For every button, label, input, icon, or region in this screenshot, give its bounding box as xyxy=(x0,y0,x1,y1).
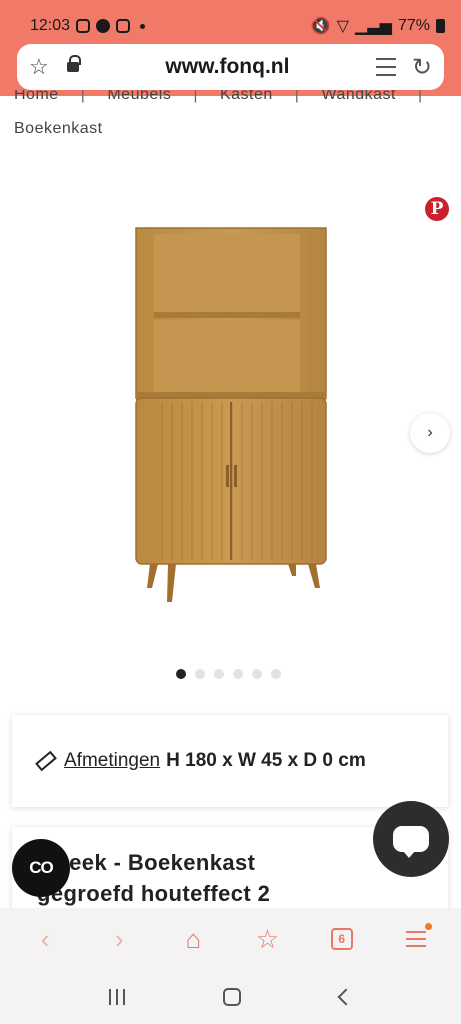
menu-icon xyxy=(405,931,426,947)
wifi-icon: ▽ xyxy=(336,18,350,35)
gallery-icon xyxy=(116,19,131,33)
breadcrumb-separator: | xyxy=(418,90,423,103)
breadcrumb-kasten[interactable]: Kasten xyxy=(220,90,273,104)
home-button[interactable]: ⌂ xyxy=(175,921,211,957)
carousel-dot[interactable] xyxy=(195,669,205,679)
system-back-button[interactable] xyxy=(337,988,355,1006)
battery-level: 77% xyxy=(397,17,430,34)
more-notifications-dot xyxy=(140,23,146,29)
breadcrumb-home[interactable]: Home xyxy=(14,90,59,104)
chevron-left-icon: ‹ xyxy=(40,923,50,954)
recents-button[interactable] xyxy=(109,989,126,1005)
lock-icon[interactable] xyxy=(67,55,81,73)
breadcrumb-wandkast[interactable]: Wandkast xyxy=(321,90,396,104)
app-notification-icon xyxy=(96,19,111,33)
battery-icon xyxy=(436,19,445,33)
status-right: 🔇 ▽ ▁▃▅ 77% xyxy=(311,16,445,36)
product-title-line2: gegroefd houteffect 2 xyxy=(37,881,271,906)
status-left: 12:03 xyxy=(30,17,146,35)
url-text[interactable]: www.fonq.nl xyxy=(79,55,376,79)
pinterest-icon[interactable]: P xyxy=(425,197,449,221)
system-nav-bar xyxy=(0,970,461,1024)
carousel-dot[interactable] xyxy=(214,669,224,679)
chat-button[interactable] xyxy=(373,801,449,877)
breadcrumb-separator: | xyxy=(193,90,198,103)
tabs-count: 6 xyxy=(330,928,353,950)
product-title: ...eeek - Boekenkast gegroefd houteffect… xyxy=(37,847,270,909)
breadcrumb-separator: | xyxy=(80,90,86,103)
product-image[interactable] xyxy=(118,220,338,610)
instagram-icon xyxy=(76,19,91,33)
breadcrumb-meubels[interactable]: Meubels xyxy=(107,90,171,104)
tabs-button[interactable]: 6 xyxy=(324,921,360,957)
forward-button[interactable]: › xyxy=(101,921,137,957)
signal-icon: ▁▃▅ xyxy=(355,18,392,35)
mute-icon: 🔇 xyxy=(310,18,331,35)
carousel-dots xyxy=(176,669,281,679)
cobrowse-icon: CO xyxy=(29,858,53,877)
chevron-right-icon: › xyxy=(427,424,433,441)
chevron-right-icon: › xyxy=(114,923,124,954)
dimensions-link[interactable]: Afmetingen xyxy=(64,750,160,772)
carousel-dot[interactable] xyxy=(233,669,243,679)
carousel-dot[interactable] xyxy=(176,669,186,679)
star-icon[interactable]: ☆ xyxy=(29,54,55,80)
reload-icon[interactable]: ↻ xyxy=(412,53,432,82)
cobrowse-badge[interactable]: CO xyxy=(12,839,70,897)
bookmark-star-icon: ☆ xyxy=(255,923,280,954)
breadcrumb-row: Home | Meubels | Kasten | Wandkast | xyxy=(14,90,454,104)
back-button[interactable]: ‹ xyxy=(27,921,63,957)
carousel-dot[interactable] xyxy=(252,669,262,679)
dimensions-value: H 180 x W 45 x D 0 cm xyxy=(166,750,366,771)
menu-button[interactable] xyxy=(398,921,434,957)
bookmarks-button[interactable]: ☆ xyxy=(250,921,286,957)
browser-toolbar: ‹ › ⌂ ☆ 6 xyxy=(0,908,461,970)
url-bar-container: ☆ www.fonq.nl ↻ xyxy=(0,40,461,96)
home-icon: ⌂ xyxy=(185,923,202,954)
breadcrumb-separator: | xyxy=(294,90,300,103)
reader-mode-icon[interactable] xyxy=(375,58,396,76)
ruler-icon xyxy=(35,750,57,772)
dimensions-card: Afmetingen H 180 x W 45 x D 0 cm xyxy=(12,715,448,807)
url-bar[interactable]: ☆ www.fonq.nl ↻ xyxy=(17,44,444,90)
product-title-line1: ...eeek - Boekenkast xyxy=(37,850,256,875)
breadcrumb-current[interactable]: Boekenkast xyxy=(14,120,454,138)
chat-icon xyxy=(393,826,429,858)
carousel-next-button[interactable]: › xyxy=(410,413,450,453)
breadcrumb: Home | Meubels | Kasten | Wandkast | Boe… xyxy=(14,90,454,138)
carousel-dot[interactable] xyxy=(271,669,281,679)
system-home-button[interactable] xyxy=(223,988,242,1006)
status-time: 12:03 xyxy=(30,17,71,34)
notification-dot xyxy=(424,923,432,930)
